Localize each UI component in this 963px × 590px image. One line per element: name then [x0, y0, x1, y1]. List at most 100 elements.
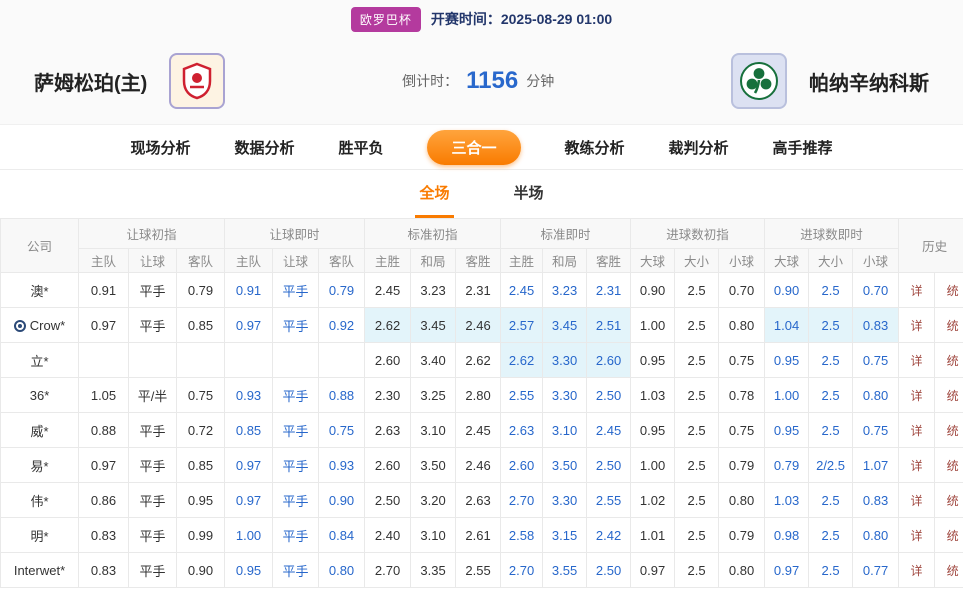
- stats-link[interactable]: 统: [947, 389, 959, 403]
- history-cell[interactable]: 统: [935, 413, 963, 448]
- history-cell[interactable]: 详: [899, 378, 935, 413]
- company-cell[interactable]: Crow*: [1, 308, 79, 343]
- history-cell[interactable]: 详: [899, 343, 935, 378]
- tab-live-analysis[interactable]: 现场分析: [130, 137, 190, 158]
- company-cell[interactable]: 明*: [1, 518, 79, 553]
- company-cell[interactable]: 澳*: [1, 273, 79, 308]
- table-row: 澳*0.91平手0.790.91平手0.792.453.232.312.453.…: [1, 273, 963, 308]
- history-cell[interactable]: 详: [899, 553, 935, 588]
- odds-cell: 3.55: [543, 553, 587, 588]
- odds-cell: 平/半: [129, 378, 177, 413]
- company-cell[interactable]: 36*: [1, 378, 79, 413]
- odds-cell: [273, 343, 319, 378]
- detail-link[interactable]: 详: [911, 319, 923, 333]
- history-cell[interactable]: 详: [899, 483, 935, 518]
- detail-link[interactable]: 详: [911, 424, 923, 438]
- tab-win-draw-loss[interactable]: 胜平负: [338, 137, 383, 158]
- tab-referee-analysis[interactable]: 裁判分析: [669, 137, 729, 158]
- odds-cell: 平手: [273, 448, 319, 483]
- company-cell[interactable]: Interwet*: [1, 553, 79, 588]
- odds-cell: 3.10: [411, 518, 456, 553]
- odds-cell: 0.92: [319, 308, 365, 343]
- tab-half-match[interactable]: 半场: [510, 170, 548, 218]
- company-cell[interactable]: 威*: [1, 413, 79, 448]
- odds-cell: 0.75: [319, 413, 365, 448]
- odds-cell: 2.62: [365, 308, 411, 343]
- odds-cell: 平手: [273, 378, 319, 413]
- detail-link[interactable]: 详: [911, 564, 923, 578]
- tab-expert-picks[interactable]: 高手推荐: [773, 137, 833, 158]
- history-cell[interactable]: 统: [935, 553, 963, 588]
- col-home-win: 主胜: [365, 249, 411, 273]
- history-cell[interactable]: 统: [935, 518, 963, 553]
- history-cell[interactable]: 详: [899, 413, 935, 448]
- detail-link[interactable]: 详: [911, 529, 923, 543]
- history-cell[interactable]: 统: [935, 483, 963, 518]
- odds-cell: 0.84: [319, 518, 365, 553]
- history-cell[interactable]: 详: [899, 518, 935, 553]
- stats-link[interactable]: 统: [947, 494, 959, 508]
- tab-data-analysis[interactable]: 数据分析: [234, 137, 294, 158]
- odds-cell: 2.55: [456, 553, 501, 588]
- odds-cell: 平手: [129, 273, 177, 308]
- kickoff-label: 开赛时间：: [431, 11, 501, 27]
- history-cell[interactable]: 统: [935, 378, 963, 413]
- col-goals-initial: 进球数初指: [631, 219, 765, 249]
- detail-link[interactable]: 详: [911, 284, 923, 298]
- odds-cell: 2.50: [365, 483, 411, 518]
- odds-cell: 0.95: [765, 413, 809, 448]
- tab-full-match[interactable]: 全场: [415, 170, 453, 218]
- odds-cell: 2.45: [456, 413, 501, 448]
- stats-link[interactable]: 统: [947, 459, 959, 473]
- stats-link[interactable]: 统: [947, 354, 959, 368]
- col-goals-live: 进球数即时: [765, 219, 899, 249]
- stats-link[interactable]: 统: [947, 319, 959, 333]
- col-company: 公司: [1, 219, 79, 273]
- odds-cell: [129, 343, 177, 378]
- table-row: 易*0.97平手0.850.97平手0.932.603.502.462.603.…: [1, 448, 963, 483]
- odds-cell: 3.35: [411, 553, 456, 588]
- odds-cell: 3.30: [543, 483, 587, 518]
- col-handicap-initial: 让球初指: [79, 219, 225, 249]
- history-cell[interactable]: 详: [899, 448, 935, 483]
- odds-cell: 2.63: [456, 483, 501, 518]
- col-away: 客队: [177, 249, 225, 273]
- stats-link[interactable]: 统: [947, 284, 959, 298]
- odds-cell: 1.01: [631, 518, 675, 553]
- odds-cell: 0.79: [719, 518, 765, 553]
- detail-link[interactable]: 详: [911, 389, 923, 403]
- col-over: 大球: [631, 249, 675, 273]
- away-team-block: 帕纳辛纳科斯: [731, 53, 929, 109]
- history-cell[interactable]: 统: [935, 343, 963, 378]
- odds-cell: 2.45: [365, 273, 411, 308]
- odds-cell: 3.50: [411, 448, 456, 483]
- odds-cell: 2.5: [675, 308, 719, 343]
- odds-cell: 0.97: [79, 308, 129, 343]
- history-cell[interactable]: 统: [935, 308, 963, 343]
- company-cell[interactable]: 伟*: [1, 483, 79, 518]
- table-row: 威*0.88平手0.720.85平手0.752.633.102.452.633.…: [1, 413, 963, 448]
- odds-cell: 2.5: [675, 518, 719, 553]
- detail-link[interactable]: 详: [911, 459, 923, 473]
- company-cell[interactable]: 立*: [1, 343, 79, 378]
- odds-cell: 2.46: [456, 308, 501, 343]
- detail-link[interactable]: 详: [911, 494, 923, 508]
- detail-link[interactable]: 详: [911, 354, 923, 368]
- history-cell[interactable]: 统: [935, 448, 963, 483]
- odds-cell: 0.90: [319, 483, 365, 518]
- odds-cell: 2.45: [587, 413, 631, 448]
- history-cell[interactable]: 详: [899, 273, 935, 308]
- company-name: 威*: [30, 424, 48, 439]
- history-cell[interactable]: 详: [899, 308, 935, 343]
- company-cell[interactable]: 易*: [1, 448, 79, 483]
- stats-link[interactable]: 统: [947, 529, 959, 543]
- odds-cell: 1.07: [853, 448, 899, 483]
- sub-header-row: 主队 让球 客队 主队 让球 客队 主胜 和局 客胜 主胜 和局 客胜 大球 大…: [1, 249, 963, 273]
- tab-three-in-one[interactable]: 三合一: [427, 130, 520, 165]
- history-cell[interactable]: 统: [935, 273, 963, 308]
- stats-link[interactable]: 统: [947, 424, 959, 438]
- odds-cell: 1.03: [765, 483, 809, 518]
- stats-link[interactable]: 统: [947, 564, 959, 578]
- odds-cell: 1.00: [765, 378, 809, 413]
- tab-coach-analysis[interactable]: 教练分析: [565, 137, 625, 158]
